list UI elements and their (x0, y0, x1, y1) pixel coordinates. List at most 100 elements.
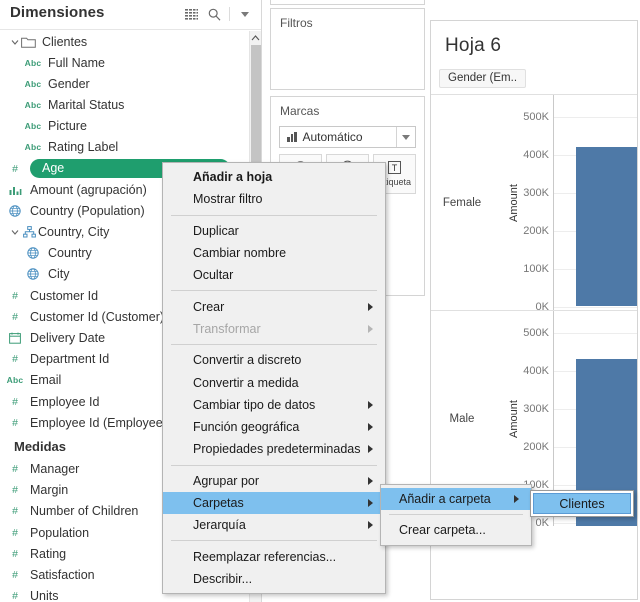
menu-item-convertir-a-medida[interactable]: Convertir a medida (163, 371, 385, 393)
measure-label: Rating (30, 546, 67, 561)
menu-item-describir[interactable]: Describir... (163, 568, 385, 590)
y-tick-label: 400K (523, 149, 549, 161)
twisty-icon[interactable] (8, 38, 21, 46)
field-label: Country (48, 246, 92, 261)
filters-card[interactable]: Filtros (270, 8, 425, 90)
columns-shelf-pill[interactable]: Gender (Em.. (439, 69, 527, 88)
mark-type-icon (287, 132, 297, 142)
field-label: Country (Population) (30, 203, 145, 218)
hash-icon: # (12, 162, 18, 175)
mark-type-value: Automático (302, 130, 363, 144)
tableau-window: Dimensiones Clientes Abc Full Name Abc G… (0, 0, 640, 602)
hash-icon: # (12, 484, 18, 497)
field-label: Rating Label (48, 140, 119, 155)
field-picture[interactable]: Abc Picture (0, 116, 249, 137)
submenu-item-clientes[interactable]: Clientes (533, 493, 631, 514)
submenu-folder-list[interactable]: Clientes (530, 490, 634, 517)
field-label: Email (30, 373, 62, 388)
abc-icon: Abc (24, 121, 42, 132)
folder-label: Clientes (42, 34, 88, 49)
scroll-up-icon[interactable] (250, 31, 261, 44)
menu-item-mostrar-filtro[interactable]: Mostrar filtro (163, 188, 385, 210)
menu-item-label: Función geográfica (193, 420, 300, 435)
field-label: Department Id (30, 352, 110, 367)
menu-item-ocultar[interactable]: Ocultar (163, 264, 385, 286)
hash-icon: # (12, 353, 18, 366)
field-label: Employee Id (30, 394, 100, 409)
submenu-arrow-icon (514, 495, 519, 504)
menu-item-funcion-geografica[interactable]: Función geográfica (163, 416, 385, 438)
twisty-icon[interactable] (8, 228, 21, 236)
globe-icon (18, 268, 48, 281)
menu-item-agrupar-por[interactable]: Agrupar por (163, 470, 385, 492)
submenu-item-anadir-a-carpeta[interactable]: Añadir a carpeta (381, 488, 531, 511)
menu-item-label: Describir... (193, 571, 253, 586)
menu-item-convertir-a-discreto[interactable]: Convertir a discreto (163, 349, 385, 371)
menu-item-label: Carpetas (193, 496, 244, 510)
calendar-icon (0, 332, 30, 344)
chevron-down-icon[interactable] (396, 127, 415, 147)
field-gender[interactable]: Abc Gender (0, 73, 249, 94)
submenu-item-crear-carpeta[interactable]: Crear carpeta... (381, 519, 531, 541)
menu-item-label: Propiedades predeterminadas (193, 442, 361, 457)
menu-item-crear[interactable]: Crear (163, 295, 385, 317)
menu-item-propiedades-predeterminadas[interactable]: Propiedades predeterminadas (163, 438, 385, 460)
globe-icon (0, 205, 30, 217)
measure-label: Units (30, 589, 59, 602)
menu-item-reemplazar-referencias[interactable]: Reemplazar referencias... (163, 545, 385, 567)
y-tick-label: 500K (523, 327, 549, 339)
menu-separator (171, 290, 377, 292)
hash-icon: # (12, 590, 18, 602)
menu-item-label: Crear (193, 299, 225, 314)
page-title: Dimensiones (10, 4, 105, 21)
menu-item-label: Transformar (193, 321, 261, 336)
menu-item-carpetas[interactable]: Carpetas (163, 491, 385, 515)
field-marital-status[interactable]: Abc Marital Status (0, 94, 249, 115)
menu-item-label: Ocultar (193, 268, 234, 283)
folder-icon (21, 36, 36, 48)
grid-view-icon[interactable] (181, 5, 201, 23)
hash-icon: # (12, 395, 18, 408)
folder-clientes[interactable]: Clientes (0, 31, 249, 52)
hash-icon: # (12, 505, 18, 518)
field-label: Employee Id (Employees) (30, 415, 174, 430)
menu-item-cambiar-nombre[interactable]: Cambiar nombre (163, 242, 385, 264)
field-rating-label[interactable]: Abc Rating Label (0, 137, 249, 158)
menu-item-label: Duplicar (193, 223, 239, 238)
menu-item-jerarquia[interactable]: Jerarquía (163, 514, 385, 536)
context-menu[interactable]: Añadir a hoja Mostrar filtro Duplicar Ca… (162, 162, 386, 595)
submenu-arrow-icon (368, 499, 373, 507)
submenu-arrow-icon (368, 521, 373, 530)
hash-icon: # (12, 568, 18, 581)
submenu-carpetas[interactable]: Añadir a carpeta Crear carpeta... (380, 484, 532, 546)
menu-item-transformar: Transformar (163, 318, 385, 340)
menu-item-label: Jerarquía (193, 518, 246, 533)
hierarchy-icon (21, 226, 38, 238)
field-label: Country, City (38, 225, 110, 240)
y-tick-label: 0K (535, 517, 549, 529)
menu-item-cambiar-tipo-de-datos[interactable]: Cambiar tipo de datos (163, 394, 385, 416)
menu-separator (389, 514, 523, 516)
y-tick-label: 300K (523, 403, 549, 415)
menu-item-anadir-a-hoja[interactable]: Añadir a hoja (163, 166, 385, 188)
field-label: Gender (48, 76, 90, 91)
menu-item-label: Reemplazar referencias... (193, 549, 337, 564)
measure-label: Population (30, 525, 90, 540)
y-axis-ticks: 500K 400K 300K 200K 100K 0K (507, 95, 558, 313)
menu-item-duplicar[interactable]: Duplicar (163, 220, 385, 242)
y-tick-label: 200K (523, 225, 549, 237)
hash-icon: # (12, 416, 18, 429)
search-icon[interactable] (204, 5, 224, 23)
plot-area-female (554, 95, 637, 310)
menu-separator (171, 214, 377, 216)
mark-type-select[interactable]: Automático (279, 126, 416, 148)
field-full-name[interactable]: Abc Full Name (0, 52, 249, 73)
menu-item-label: Clientes (559, 496, 605, 511)
submenu-arrow-icon (368, 324, 373, 333)
chevron-down-icon[interactable] (235, 5, 255, 23)
menu-item-label: Cambiar nombre (193, 246, 287, 261)
field-label: Full Name (48, 55, 105, 70)
bar-female[interactable] (576, 147, 637, 306)
field-label: Delivery Date (30, 331, 106, 346)
y-tick-label: 400K (523, 365, 549, 377)
